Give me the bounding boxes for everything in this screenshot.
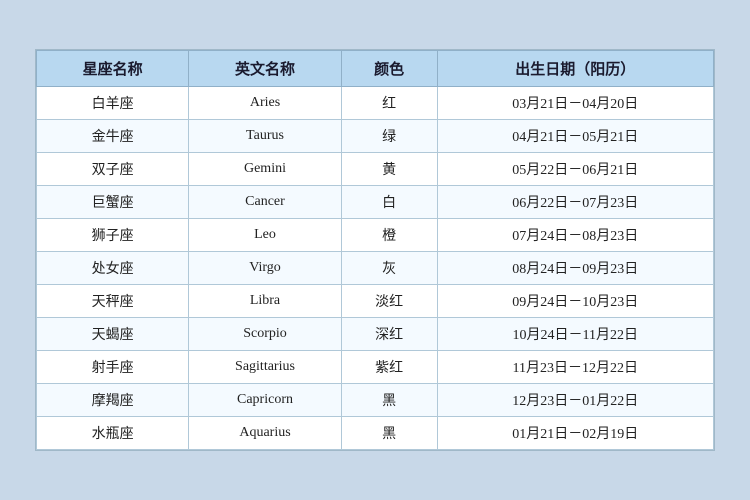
- cell-chinese: 巨蟹座: [37, 186, 189, 219]
- table-row: 巨蟹座Cancer白06月22日－07月23日: [37, 186, 714, 219]
- cell-color: 紫红: [341, 351, 437, 384]
- table-row: 白羊座Aries红03月21日－04月20日: [37, 87, 714, 120]
- table-body: 白羊座Aries红03月21日－04月20日金牛座Taurus绿04月21日－0…: [37, 87, 714, 450]
- cell-english: Libra: [189, 285, 341, 318]
- cell-english: Sagittarius: [189, 351, 341, 384]
- cell-english: Gemini: [189, 153, 341, 186]
- cell-dates: 09月24日－10月23日: [437, 285, 713, 318]
- cell-color: 黑: [341, 384, 437, 417]
- cell-chinese: 天蝎座: [37, 318, 189, 351]
- col-header-color: 颜色: [341, 51, 437, 87]
- cell-dates: 08月24日－09月23日: [437, 252, 713, 285]
- cell-english: Cancer: [189, 186, 341, 219]
- col-header-dates: 出生日期（阳历）: [437, 51, 713, 87]
- cell-english: Aquarius: [189, 417, 341, 450]
- cell-color: 白: [341, 186, 437, 219]
- cell-dates: 01月21日－02月19日: [437, 417, 713, 450]
- cell-english: Aries: [189, 87, 341, 120]
- table-header-row: 星座名称 英文名称 颜色 出生日期（阳历）: [37, 51, 714, 87]
- col-header-english: 英文名称: [189, 51, 341, 87]
- cell-chinese: 白羊座: [37, 87, 189, 120]
- cell-color: 红: [341, 87, 437, 120]
- cell-color: 淡红: [341, 285, 437, 318]
- cell-chinese: 天秤座: [37, 285, 189, 318]
- table-row: 处女座Virgo灰08月24日－09月23日: [37, 252, 714, 285]
- table-row: 天秤座Libra淡红09月24日－10月23日: [37, 285, 714, 318]
- cell-dates: 05月22日－06月21日: [437, 153, 713, 186]
- col-header-chinese: 星座名称: [37, 51, 189, 87]
- cell-chinese: 水瓶座: [37, 417, 189, 450]
- table-row: 金牛座Taurus绿04月21日－05月21日: [37, 120, 714, 153]
- table-row: 天蝎座Scorpio深红10月24日－11月22日: [37, 318, 714, 351]
- zodiac-table-container: 星座名称 英文名称 颜色 出生日期（阳历） 白羊座Aries红03月21日－04…: [35, 49, 715, 451]
- cell-dates: 04月21日－05月21日: [437, 120, 713, 153]
- cell-color: 黑: [341, 417, 437, 450]
- cell-color: 黄: [341, 153, 437, 186]
- table-row: 水瓶座Aquarius黑01月21日－02月19日: [37, 417, 714, 450]
- cell-dates: 06月22日－07月23日: [437, 186, 713, 219]
- cell-color: 灰: [341, 252, 437, 285]
- cell-dates: 03月21日－04月20日: [437, 87, 713, 120]
- table-row: 摩羯座Capricorn黑12月23日－01月22日: [37, 384, 714, 417]
- cell-color: 橙: [341, 219, 437, 252]
- cell-color: 深红: [341, 318, 437, 351]
- cell-english: Virgo: [189, 252, 341, 285]
- cell-english: Leo: [189, 219, 341, 252]
- cell-dates: 12月23日－01月22日: [437, 384, 713, 417]
- cell-color: 绿: [341, 120, 437, 153]
- cell-chinese: 双子座: [37, 153, 189, 186]
- cell-chinese: 狮子座: [37, 219, 189, 252]
- cell-english: Scorpio: [189, 318, 341, 351]
- cell-dates: 10月24日－11月22日: [437, 318, 713, 351]
- zodiac-table: 星座名称 英文名称 颜色 出生日期（阳历） 白羊座Aries红03月21日－04…: [36, 50, 714, 450]
- cell-chinese: 金牛座: [37, 120, 189, 153]
- cell-dates: 11月23日－12月22日: [437, 351, 713, 384]
- cell-dates: 07月24日－08月23日: [437, 219, 713, 252]
- cell-chinese: 摩羯座: [37, 384, 189, 417]
- table-row: 双子座Gemini黄05月22日－06月21日: [37, 153, 714, 186]
- cell-chinese: 处女座: [37, 252, 189, 285]
- cell-english: Capricorn: [189, 384, 341, 417]
- table-row: 射手座Sagittarius紫红11月23日－12月22日: [37, 351, 714, 384]
- cell-chinese: 射手座: [37, 351, 189, 384]
- cell-english: Taurus: [189, 120, 341, 153]
- table-row: 狮子座Leo橙07月24日－08月23日: [37, 219, 714, 252]
